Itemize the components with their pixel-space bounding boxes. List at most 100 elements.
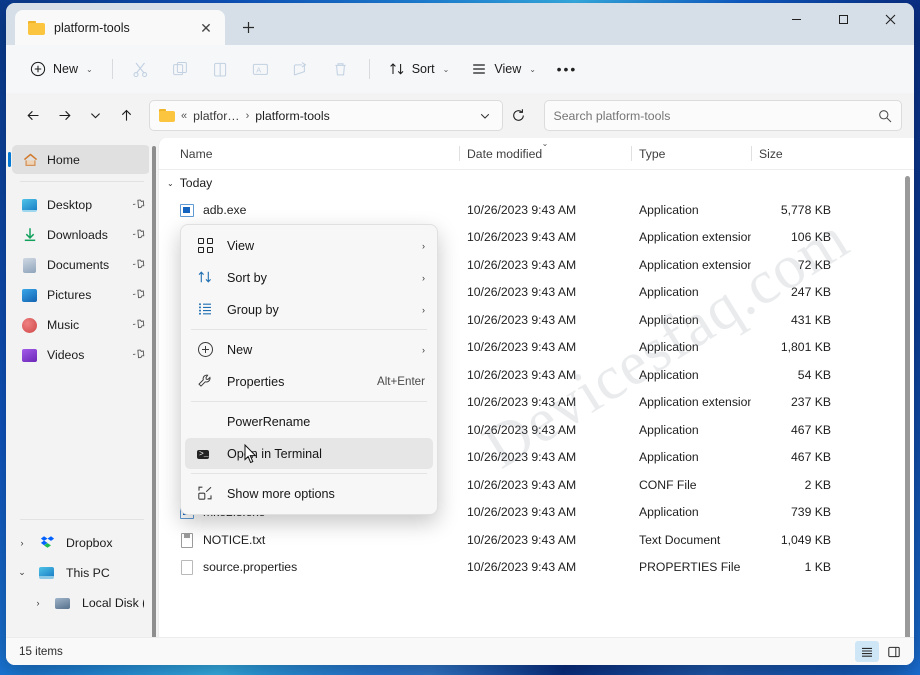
column-header-date-modified[interactable]: ⌄ Date modified <box>459 138 631 169</box>
menu-item-view[interactable]: View › <box>185 230 433 261</box>
view-button[interactable]: View ⌄ <box>461 53 546 85</box>
new-button-label: New <box>53 62 79 76</box>
chevron-right-icon[interactable]: › <box>30 598 46 608</box>
menu-item-label: PowerRename <box>227 414 311 429</box>
sidebar-item-label: Pictures <box>47 287 92 302</box>
group-header-today[interactable]: ⌄ Today <box>159 170 914 196</box>
menu-item-powerrename[interactable]: PowerRename <box>185 406 433 437</box>
cell-type: Application <box>639 367 699 382</box>
sidebar-item-desktop[interactable]: Desktop <box>12 190 150 219</box>
sidebar-scrollbar-thumb[interactable] <box>152 146 156 637</box>
copy-icon <box>173 61 188 75</box>
refresh-button[interactable] <box>504 101 534 131</box>
breadcrumb-parent[interactable]: platfor… <box>193 109 239 123</box>
tab-platform-tools[interactable]: platform-tools ✕ <box>15 10 225 45</box>
menu-item-properties[interactable]: Properties Alt+Enter <box>185 366 433 397</box>
table-row[interactable]: source.properties 10/26/2023 9:43 AM PROPE… <box>159 554 914 582</box>
sidebar-scrollbar-track[interactable] <box>149 138 158 637</box>
pin-icon[interactable] <box>130 226 147 244</box>
menu-divider <box>191 473 427 474</box>
thispc-icon <box>39 565 55 581</box>
sidebar-item-music[interactable]: Music <box>12 310 150 339</box>
harddisk-icon-shape <box>55 597 70 609</box>
cell-size: 739 KB <box>791 505 831 520</box>
breadcrumb-overflow[interactable]: « <box>181 110 187 122</box>
column-header-name[interactable]: Name <box>159 138 459 169</box>
recent-locations-button[interactable] <box>80 101 110 131</box>
menu-item-new[interactable]: New › <box>185 334 433 365</box>
cell-type: Application <box>639 450 699 465</box>
menu-item-open-in-terminal[interactable]: >_ Open in Terminal <box>185 438 433 469</box>
search-input[interactable] <box>553 108 878 123</box>
table-row[interactable]: adb.exe 10/26/2023 9:43 AM Application 5,77… <box>159 196 914 224</box>
quick-access-list: Desktop Downloads Documents Pictures Music Vi… <box>6 190 158 369</box>
sidebar-item-documents[interactable]: Documents <box>12 250 150 279</box>
pin-icon[interactable] <box>130 196 147 214</box>
new-button[interactable]: New ⌄ <box>20 53 103 85</box>
sort-button[interactable]: Sort ⌄ <box>379 53 460 85</box>
file-list-scrollbar-thumb[interactable] <box>905 176 910 637</box>
see-more-button[interactable]: ••• <box>548 53 586 85</box>
close-tab-icon[interactable]: ✕ <box>195 17 217 39</box>
column-header-name-label: Name <box>180 146 213 161</box>
maximize-icon <box>839 15 848 24</box>
cell-date-modified: 10/26/2023 9:43 AM <box>467 312 577 327</box>
file-icon <box>180 559 195 576</box>
paste-button[interactable] <box>202 53 240 85</box>
close-window-button[interactable] <box>867 3 914 36</box>
pin-icon[interactable] <box>130 256 147 274</box>
cell-type: Application <box>639 202 699 217</box>
menu-item-label: Sort by <box>227 270 267 285</box>
terminal-shape: >_ <box>197 450 209 459</box>
menu-item-show-more-options[interactable]: Show more options <box>185 478 433 509</box>
trash-icon <box>335 62 346 75</box>
forward-button[interactable] <box>49 101 79 131</box>
minimize-button[interactable] <box>773 3 820 36</box>
menu-item-label: Open in Terminal <box>227 446 322 461</box>
breadcrumb-current[interactable]: platform-tools <box>255 109 330 123</box>
chevron-down-icon[interactable]: ⌄ <box>14 567 30 578</box>
pin-icon[interactable] <box>130 346 147 364</box>
address-dropdown-button[interactable] <box>472 103 498 129</box>
pin-icon[interactable] <box>130 286 147 304</box>
back-button[interactable] <box>18 101 48 131</box>
new-tab-button[interactable] <box>231 10 265 44</box>
address-bar[interactable]: « platfor… › platform-tools <box>149 100 503 131</box>
chevron-right-icon: › <box>422 344 425 355</box>
menu-item-sort-by[interactable]: Sort by › <box>185 262 433 293</box>
cut-button[interactable] <box>122 53 160 85</box>
up-button[interactable] <box>111 101 141 131</box>
chevron-right-icon[interactable]: › <box>14 538 30 548</box>
delete-button[interactable] <box>322 53 360 85</box>
maximize-button[interactable] <box>820 3 867 36</box>
preview-pane-button[interactable] <box>882 641 906 662</box>
menu-item-label: Group by <box>227 302 279 317</box>
sidebar-item-home[interactable]: Home <box>8 145 150 174</box>
sidebar-item-dropbox[interactable]: › Dropbox <box>12 528 150 557</box>
search-box[interactable] <box>543 100 902 131</box>
rename-button[interactable]: A <box>242 53 280 85</box>
share-button[interactable] <box>282 53 320 85</box>
sidebar-item-local-disk-c[interactable]: › Local Disk (C:) <box>12 588 150 617</box>
view-list-icon <box>473 64 486 74</box>
menu-item-group-by[interactable]: Group by › <box>185 294 433 325</box>
sidebar-item-pictures[interactable]: Pictures <box>12 280 150 309</box>
cell-size: 247 KB <box>791 285 831 300</box>
chevron-right-icon: › <box>422 240 425 251</box>
pin-icon[interactable] <box>130 316 147 334</box>
sidebar-item-downloads[interactable]: Downloads <box>12 220 150 249</box>
column-header-type[interactable]: Type <box>631 138 751 169</box>
preview-pane-icon <box>888 646 900 657</box>
column-header-size[interactable]: Size <box>751 138 839 169</box>
chevron-down-icon <box>480 113 489 119</box>
chevron-down-icon: ⌄ <box>529 64 536 74</box>
details-view-button[interactable] <box>855 641 879 662</box>
sidebar-item-videos[interactable]: Videos <box>12 340 150 369</box>
table-row[interactable]: NOTICE.txt 10/26/2023 9:43 AM Text Documen… <box>159 526 914 554</box>
copy-button[interactable] <box>162 53 200 85</box>
sidebar-item-this-pc[interactable]: ⌄ This PC <box>12 558 150 587</box>
cell-type: Application extension <box>639 395 751 410</box>
menu-item-label: Show more options <box>227 486 335 501</box>
menu-divider <box>191 401 427 402</box>
view-grid-shape <box>198 238 214 253</box>
